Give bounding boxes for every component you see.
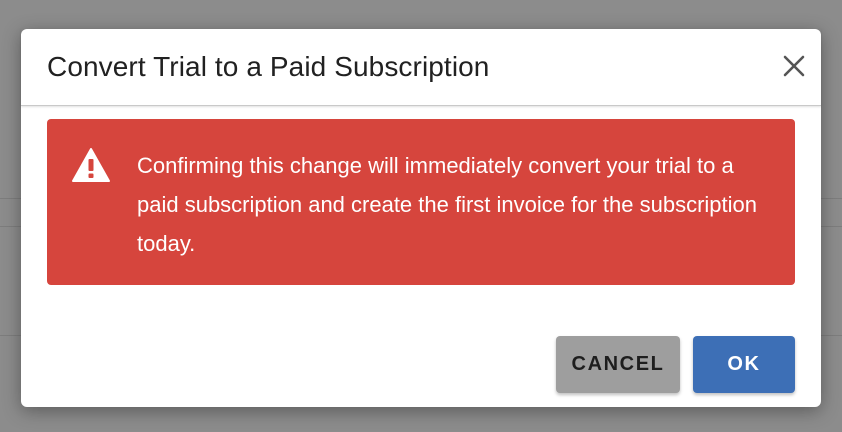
close-button[interactable]: [781, 53, 807, 79]
warning-triangle-icon: [71, 147, 111, 183]
cancel-button[interactable]: CANCEL: [556, 336, 680, 393]
ok-button[interactable]: OK: [693, 336, 795, 393]
close-icon: [783, 55, 805, 77]
dialog-title: Convert Trial to a Paid Subscription: [47, 51, 490, 82]
warning-alert: Confirming this change will immediately …: [47, 119, 795, 285]
convert-trial-dialog: Convert Trial to a Paid Subscription Con…: [21, 29, 821, 407]
alert-message: Confirming this change will immediately …: [137, 153, 757, 256]
dialog-header: Convert Trial to a Paid Subscription: [21, 29, 821, 106]
